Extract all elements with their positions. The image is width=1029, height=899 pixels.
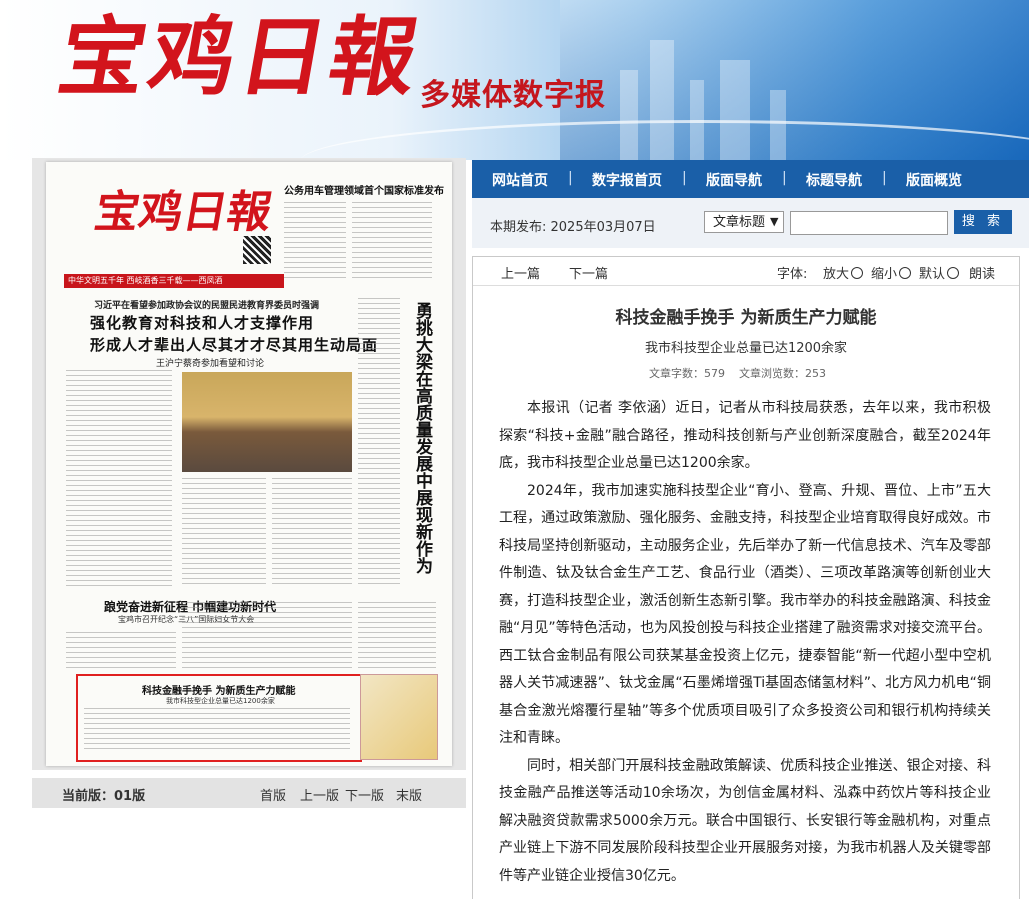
nav-separator: |: [782, 170, 787, 186]
banner-wave: [300, 120, 1029, 160]
nav-separator: |: [568, 170, 573, 186]
search-input[interactable]: [790, 211, 948, 235]
article-body: 本报讯（记者 李依涵）近日，记者从市科技局获悉，去年以来，我市积极探索“科技+金…: [499, 395, 991, 890]
read-aloud-link[interactable]: 朗读: [969, 263, 995, 282]
paper-text-column: [284, 202, 346, 282]
paper-text-column: [358, 298, 400, 588]
font-size-label: 字体:: [777, 267, 808, 282]
paper-text-column: [66, 370, 172, 590]
site-subtitle: 多媒体数字报: [420, 78, 606, 113]
nav-page-overview[interactable]: 版面概览: [906, 170, 962, 190]
edition-nav-bar: 当前版：01版 首版 上一版 下一版 末版: [32, 778, 466, 808]
last-edition-link[interactable]: 末版: [396, 785, 422, 804]
paper-highlighted-title[interactable]: 科技金融手挽手 为新质生产力赋能: [142, 682, 295, 697]
prev-article-link[interactable]: 上一篇: [501, 263, 540, 282]
masthead-banner: 宝鸡日報 多媒体数字报: [0, 0, 1029, 160]
paper-masthead: 宝鸡日報: [90, 187, 276, 238]
paper-lead-subhead: 王沪宁蔡奇参加看望和讨论: [156, 359, 265, 369]
word-count: 文章字数：579: [649, 367, 725, 380]
default-size-label: 默认: [919, 267, 946, 282]
nav-digital-home[interactable]: 数字报首页: [592, 170, 662, 190]
zoom-out-label: 缩小: [871, 267, 898, 282]
article-paragraph: 同时，相关部门开展科技金融政策解读、优质科技企业推送、银企对接、科技金融产品推送…: [499, 757, 991, 884]
article-paragraph: 2024年，我市加速实施科技型企业“育小、登高、升规、晋位、上市”五大工程，通过…: [499, 482, 991, 747]
search-button[interactable]: 搜 索: [954, 210, 1012, 234]
paper-red-bar: 中华文明五千年 西岐酒香三千载——西凤酒: [64, 274, 284, 288]
site-logo[interactable]: 宝鸡日報: [51, 7, 429, 108]
next-article-link[interactable]: 下一篇: [569, 263, 608, 282]
article-paragraph: 本报讯（记者 李依涵）近日，记者从市科技局获悉，去年以来，我市积极探索“科技+金…: [499, 400, 991, 471]
nav-separator: |: [682, 170, 687, 186]
paper-lead-headline-1[interactable]: 强化教育对科技和人才支撑作用: [90, 312, 314, 333]
next-edition-link[interactable]: 下一版: [345, 785, 384, 804]
qr-code-icon: [243, 236, 271, 264]
chevron-down-icon[interactable]: ▼: [770, 211, 778, 233]
article-toolbar: 上一篇 下一篇 字体: 放大 缩小 默认 朗读: [473, 257, 1019, 286]
default-size-option[interactable]: 默认: [919, 263, 960, 282]
paper-text-column: [352, 202, 432, 282]
publish-date: 本期发布: 2025年03月07日: [490, 220, 656, 235]
paper-text-column: [182, 478, 266, 588]
article-panel: 上一篇 下一篇 字体: 放大 缩小 默认 朗读 科技金融手挽手 为新质生产力赋能…: [472, 256, 1020, 899]
paper-advertisement: [360, 674, 438, 760]
paper-lead-headline-2[interactable]: 形成人才辈出人尽其才才尽其用生动局面: [90, 334, 378, 355]
radio-plus-icon[interactable]: [851, 267, 864, 279]
zoom-out-option[interactable]: 缩小: [871, 263, 912, 282]
paper-top-right-headline[interactable]: 公务用车管理领域首个国家标准发布: [284, 182, 444, 197]
nav-page-navigation[interactable]: 版面导航: [706, 170, 762, 190]
newspaper-page-image[interactable]: 宝鸡日報 中华文明五千年 西岐酒香三千载——西凤酒 公务用车管理领域首个国家标准…: [46, 162, 452, 766]
paper-text-column: [182, 602, 352, 668]
article-title: 科技金融手挽手 为新质生产力赋能: [615, 308, 877, 328]
paper-highlighted-subtitle: 我市科技型企业总量已达1200余家: [166, 697, 275, 705]
paper-text-column: [358, 602, 436, 668]
article-subtitle: 我市科技型企业总量已达1200余家: [644, 341, 848, 356]
radio-minus-icon[interactable]: [899, 267, 912, 279]
prev-edition-link[interactable]: 上一版: [300, 785, 339, 804]
view-count: 文章浏览数：253: [739, 367, 826, 380]
zoom-in-label: 放大: [823, 267, 850, 282]
radio-icon[interactable]: [947, 267, 960, 279]
nav-title-navigation[interactable]: 标题导航: [806, 170, 862, 190]
paper-text-column: [66, 632, 176, 668]
paper-text-column: [272, 478, 352, 588]
nav-separator: |: [882, 170, 887, 186]
nav-site-home[interactable]: 网站首页: [492, 170, 548, 190]
first-edition-link[interactable]: 首版: [260, 785, 286, 804]
paper-lead-kicker: 习近平在看望参加政协会议的民盟民进教育界委员时强调: [94, 301, 320, 311]
paper-vertical-headline[interactable]: 勇挑大梁在高质量发展中展现新作为: [410, 302, 432, 574]
current-edition-label: 当前版：01版: [62, 789, 146, 804]
newspaper-page-panel: 宝鸡日報 中华文明五千年 西岐酒香三千载——西凤酒 公务用车管理领域首个国家标准…: [32, 158, 466, 770]
paper-lead-photo: [182, 372, 352, 472]
article-meta: 文章字数：579 文章浏览数：253: [649, 365, 826, 381]
search-bar: 本期发布: 2025年03月07日 文章标题 ▼ 搜 索: [472, 198, 1029, 248]
zoom-in-option[interactable]: 放大: [823, 263, 864, 282]
paper-text-column: [84, 708, 350, 752]
main-nav-bar: 网站首页 | 数字报首页 | 版面导航 | 标题导航 | 版面概览: [472, 160, 1029, 198]
